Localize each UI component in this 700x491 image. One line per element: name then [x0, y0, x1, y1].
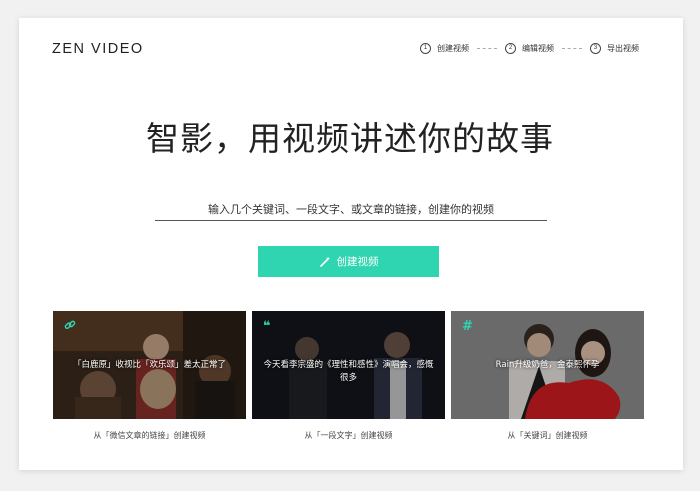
step-number: 3 [590, 43, 601, 54]
create-video-button[interactable]: 创建视频 [258, 246, 439, 277]
example-caption: 从「关键词」创建视频 [507, 431, 588, 440]
example-card-link[interactable]: 「白鹿原」收视比「欢乐颂」差太正常了 从「微信文章的链接」创建视频 [53, 311, 246, 441]
example-thumbnail: # Rain升级奶爸，金泰熙怀孕 [451, 311, 644, 419]
link-icon [64, 319, 76, 335]
example-text: Rain升级奶爸，金泰熙怀孕 [495, 360, 600, 370]
step-label: 导出视频 [607, 44, 639, 53]
create-video-label: 创建视频 [336, 256, 379, 268]
example-caption: 从「微信文章的链接」创建视频 [93, 431, 206, 440]
example-thumbnail: ❝ 今天看李宗盛的《理性和感性》演唱会，感慨很多 [252, 311, 445, 419]
example-card-keyword[interactable]: # Rain升级奶爸，金泰熙怀孕 从「关键词」创建视频 [451, 311, 644, 441]
example-text: 今天看李宗盛的《理性和感性》演唱会，感慨很多 [263, 360, 434, 383]
step-divider [562, 48, 582, 49]
step-divider [477, 48, 497, 49]
step-label: 编辑视频 [522, 44, 554, 53]
example-caption: 从「一段文字」创建视频 [304, 431, 393, 440]
step-number: 2 [505, 43, 516, 54]
step-export[interactable]: 3 导出视频 [590, 43, 639, 54]
hero-title: 智影，用视频讲述你的故事 [146, 119, 554, 158]
step-edit[interactable]: 2 编辑视频 [505, 43, 554, 54]
example-card-text[interactable]: ❝ 今天看李宗盛的《理性和感性》演唱会，感慨很多 从「一段文字」创建视频 [252, 311, 445, 441]
step-number: 1 [420, 43, 431, 54]
example-thumbnail: 「白鹿原」收视比「欢乐颂」差太正常了 [53, 311, 246, 419]
step-indicator: 1 创建视频 2 编辑视频 3 导出视频 [420, 43, 639, 54]
example-text: 「白鹿原」收视比「欢乐颂」差太正常了 [72, 360, 226, 370]
logo[interactable]: ZEN VIDEO [52, 41, 144, 57]
step-create[interactable]: 1 创建视频 [420, 43, 469, 54]
magic-wand-icon [319, 256, 331, 268]
step-label: 创建视频 [437, 44, 469, 53]
prompt-input[interactable] [155, 199, 547, 221]
hash-icon: # [462, 319, 473, 334]
quote-icon: ❝ [263, 319, 271, 334]
